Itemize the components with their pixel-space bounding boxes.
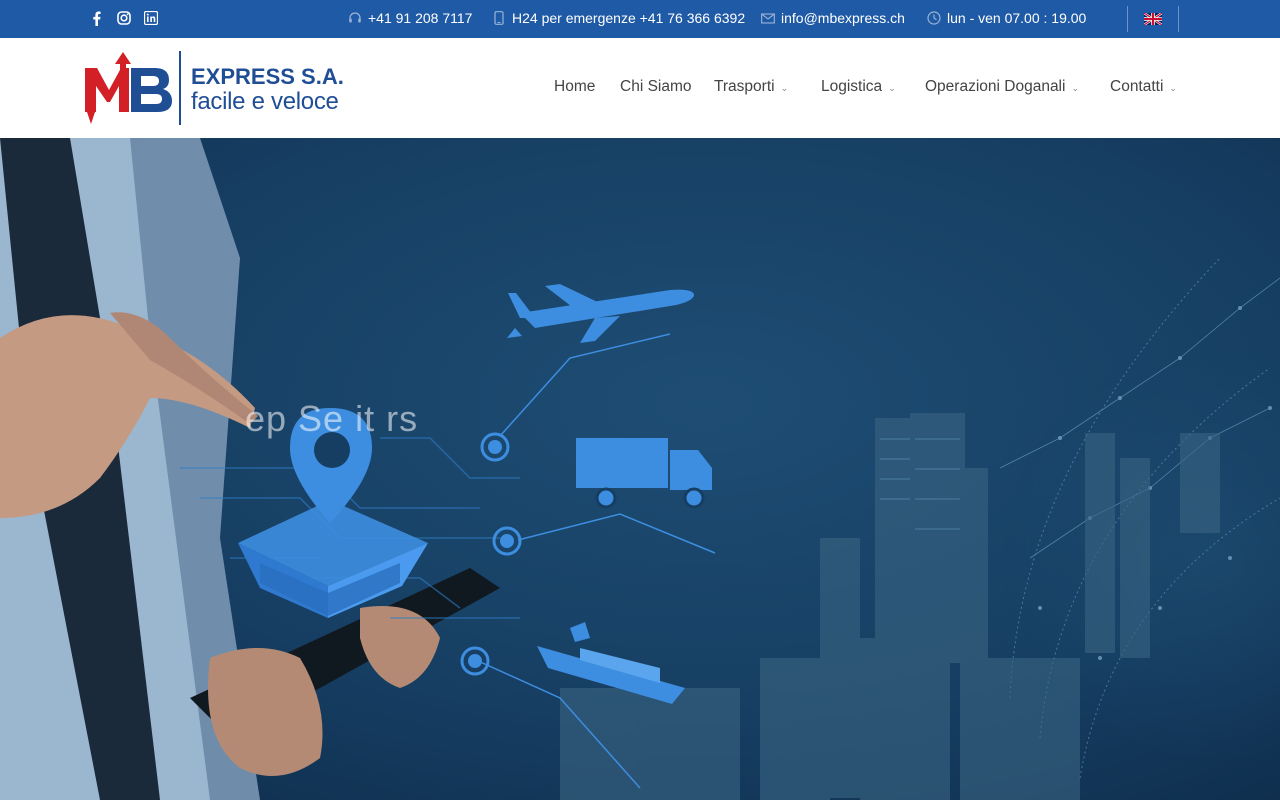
nav-trasporti[interactable]: Trasporti ⌄ bbox=[714, 78, 788, 96]
phone-contact[interactable]: +41 91 208 7117 bbox=[348, 0, 472, 36]
opening-hours: lun - ven 07.00 : 19.00 bbox=[947, 10, 1087, 26]
nav-operazioni-doganali[interactable]: Operazioni Doganali ⌄ bbox=[925, 78, 1079, 96]
email-address: info@mbexpress.ch bbox=[781, 10, 905, 26]
headset-icon bbox=[348, 11, 362, 25]
chevron-down-icon: ⌄ bbox=[780, 83, 789, 93]
hero-background-image bbox=[0, 138, 1280, 800]
company-logo[interactable]: EXPRESS S.A. facile e veloce bbox=[83, 50, 348, 126]
chevron-down-icon: ⌄ bbox=[1071, 83, 1079, 93]
nav-label: Home bbox=[554, 78, 596, 95]
mb-logo-mark-icon bbox=[85, 52, 172, 124]
top-bar: +41 91 208 7117 H24 per emergenze +41 76… bbox=[0, 0, 1280, 38]
main-header: EXPRESS S.A. facile e veloce Home Chi Si… bbox=[0, 38, 1280, 138]
nav-label: Trasporti bbox=[714, 78, 775, 95]
nav-logistica[interactable]: Logistica ⌄ bbox=[821, 78, 896, 96]
logo-divider bbox=[179, 51, 181, 125]
nav-label: Chi Siamo bbox=[620, 78, 692, 95]
uk-flag-icon[interactable] bbox=[1143, 12, 1163, 26]
emergency-number: H24 per emergenze +41 76 366 6392 bbox=[512, 10, 746, 26]
nav-chi-siamo[interactable]: Chi Siamo bbox=[620, 78, 692, 96]
divider bbox=[1127, 6, 1128, 32]
clock-icon bbox=[927, 11, 941, 25]
hero-banner: ep Se it rs bbox=[0, 138, 1280, 800]
nav-label: Contatti bbox=[1110, 78, 1164, 95]
nav-home[interactable]: Home bbox=[554, 78, 595, 96]
instagram-icon[interactable] bbox=[115, 10, 132, 27]
chevron-down-icon: ⌄ bbox=[1169, 83, 1177, 93]
linkedin-icon[interactable] bbox=[142, 10, 159, 27]
chevron-down-icon: ⌄ bbox=[888, 83, 896, 93]
phone-number: +41 91 208 7117 bbox=[368, 10, 473, 26]
nav-label: Logistica bbox=[821, 78, 883, 95]
hero-animated-text: ep Se it rs bbox=[245, 398, 419, 439]
email-contact[interactable]: info@mbexpress.ch bbox=[761, 0, 905, 36]
mobile-phone-icon bbox=[492, 11, 506, 25]
nav-contatti[interactable]: Contatti ⌄ bbox=[1110, 78, 1177, 96]
nav-label: Operazioni Doganali bbox=[925, 78, 1066, 95]
social-links bbox=[88, 0, 159, 36]
logo-company-name: EXPRESS S.A. bbox=[191, 64, 344, 89]
envelope-icon bbox=[761, 11, 775, 25]
hours-info: lun - ven 07.00 : 19.00 bbox=[927, 0, 1086, 36]
facebook-icon[interactable] bbox=[88, 10, 105, 27]
logo-tagline: facile e veloce bbox=[191, 88, 339, 115]
emergency-contact[interactable]: H24 per emergenze +41 76 366 6392 bbox=[492, 0, 745, 36]
divider bbox=[1178, 6, 1179, 32]
